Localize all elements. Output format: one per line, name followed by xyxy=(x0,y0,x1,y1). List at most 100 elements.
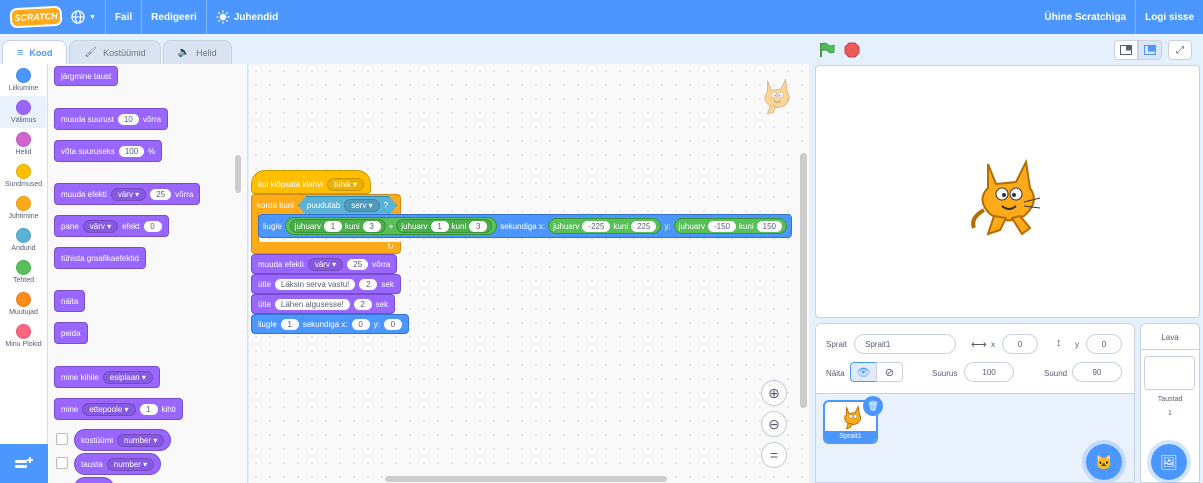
block-say-1[interactable]: ütle Läksin serva vastu! 2 sek xyxy=(251,274,401,294)
zoom-in-button[interactable]: ⊕ xyxy=(761,380,787,406)
choose-sprite-button[interactable]: 🐱 xyxy=(1086,444,1122,480)
block-change-size[interactable]: muuda suurust 10 võrra xyxy=(54,108,169,130)
signin-link[interactable]: Logi sisse xyxy=(1135,0,1203,34)
block-change-effect-script[interactable]: muuda efekti värv ▾ 25 võrra xyxy=(251,254,398,274)
effect-dropdown[interactable]: värv ▾ xyxy=(307,257,344,271)
block-set-effect[interactable]: pane värv ▾ efekt 0 xyxy=(54,215,169,237)
seconds-input[interactable]: 2 xyxy=(359,278,378,290)
category-variables[interactable]: Muutujad xyxy=(0,288,47,320)
show-hidden-button[interactable]: ⊘ xyxy=(876,362,903,382)
random-to-input[interactable]: 3 xyxy=(469,220,488,232)
stop-icon[interactable] xyxy=(844,42,860,58)
effect-input[interactable]: 0 xyxy=(143,220,162,232)
delete-sprite-button[interactable]: 🗑 xyxy=(863,396,883,416)
block-change-effect[interactable]: muuda efekti värv ▾ 25 võrra xyxy=(54,183,201,205)
block-touching[interactable]: puudutab serv ▾ ? xyxy=(298,196,397,215)
category-control[interactable]: Juhtimine xyxy=(0,192,47,224)
file-menu[interactable]: Fail xyxy=(104,0,141,34)
code-workspace[interactable]: kui klõpsata klahvi tühik ▾ korda kuni pu… xyxy=(249,64,809,483)
message-input[interactable]: Lähen algusesse! xyxy=(274,298,350,310)
small-stage-button[interactable] xyxy=(1114,40,1138,60)
category-motion[interactable]: Liikumine xyxy=(0,64,47,96)
block-random[interactable]: juhuarv 1 kuni 3 xyxy=(396,219,493,233)
workspace-vertical-scrollbar[interactable] xyxy=(800,153,807,408)
block-next-backdrop[interactable]: järgmine taust xyxy=(54,66,119,86)
costume-reporter-checkbox[interactable] xyxy=(56,433,68,445)
effect-input[interactable]: 25 xyxy=(150,188,172,200)
block-glide-random[interactable]: liugle juhuarv 1 kuni 3 + juhuarv 1 kuni 3 sek… xyxy=(258,214,793,238)
add-extension-button[interactable] xyxy=(0,444,48,483)
random-from-input[interactable]: -150 xyxy=(707,220,736,232)
large-stage-button[interactable] xyxy=(1138,40,1162,60)
seconds-input[interactable]: 1 xyxy=(280,318,299,330)
stage-target-panel[interactable]: Lava Taustad 1 🖼 xyxy=(1140,323,1200,483)
random-from-input[interactable]: -225 xyxy=(582,220,611,232)
category-operators[interactable]: Tehted xyxy=(0,256,47,288)
block-random-y[interactable]: juhuarv -150 kuni 150 xyxy=(673,218,788,234)
block-glide-home[interactable]: liugle 1 sekundiga x: 0 y: 0 xyxy=(251,314,409,334)
effect-dropdown[interactable]: värv ▾ xyxy=(110,187,147,201)
size-input[interactable]: 100 xyxy=(118,145,145,157)
backdrop-reporter-checkbox[interactable] xyxy=(56,457,68,469)
size-input[interactable]: 100 xyxy=(964,362,1014,382)
message-input[interactable]: Läksin serva vastu! xyxy=(274,278,356,290)
sprite-cat[interactable] xyxy=(966,154,1046,238)
block-say-2[interactable]: ütle Lähen algusesse! 2 sek xyxy=(251,294,396,314)
category-events[interactable]: Sündmused xyxy=(0,160,47,192)
block-when-key-pressed[interactable]: kui klõpsata klahvi tühik ▾ xyxy=(251,170,372,194)
sprite-name-input[interactable]: Sprait1 xyxy=(854,334,956,354)
random-from-input[interactable]: 1 xyxy=(430,220,449,232)
block-show[interactable]: näita xyxy=(54,290,86,312)
seconds-input[interactable]: 2 xyxy=(353,298,372,310)
direction-dropdown[interactable]: ettepoole ▾ xyxy=(82,402,136,416)
y-input[interactable]: 0 xyxy=(383,318,402,330)
direction-input[interactable]: 90 xyxy=(1072,362,1122,382)
zoom-out-button[interactable]: ⊖ xyxy=(761,411,787,437)
effect-dropdown[interactable]: värv ▾ xyxy=(82,219,119,233)
y-position-input[interactable]: 0 xyxy=(1086,334,1122,354)
block-random[interactable]: juhuarv 1 kuni 3 xyxy=(289,219,386,233)
block-partial[interactable] xyxy=(74,477,114,483)
choose-backdrop-button[interactable]: 🖼 xyxy=(1151,444,1187,480)
category-sound[interactable]: Helid xyxy=(0,128,47,160)
workspace-horizontal-scrollbar[interactable] xyxy=(385,476,667,482)
size-input[interactable]: 10 xyxy=(117,113,139,125)
block-clear-effects[interactable]: tühista graafikaefektid xyxy=(54,247,146,269)
language-menu[interactable]: ▼ xyxy=(62,0,105,34)
tab-sounds[interactable]: 🔈 Helid xyxy=(162,40,232,64)
category-looks[interactable]: Välimus xyxy=(0,96,47,128)
backdrop-dropdown[interactable]: number ▾ xyxy=(106,457,155,471)
show-visible-button[interactable]: 👁 xyxy=(850,362,877,382)
scratch-logo[interactable]: SCRATCH xyxy=(9,5,63,29)
join-link[interactable]: Ühine Scratchiga xyxy=(1035,0,1135,34)
block-random-x[interactable]: juhuarv -225 kuni 225 xyxy=(548,218,662,234)
key-dropdown[interactable]: tühik ▾ xyxy=(326,177,365,191)
tab-code[interactable]: ≡ Kood xyxy=(2,40,68,64)
zoom-reset-button[interactable]: = xyxy=(761,442,787,468)
category-myblocks[interactable]: Minu Plokid xyxy=(0,320,47,352)
tutorials-menu[interactable]: Juhendid xyxy=(205,0,287,34)
random-from-input[interactable]: 1 xyxy=(323,220,342,232)
edit-menu[interactable]: Redigeeri xyxy=(141,0,206,34)
x-position-input[interactable]: 0 xyxy=(1002,334,1038,354)
block-backdrop-number[interactable]: tausta number ▾ xyxy=(74,453,162,475)
layer-dropdown[interactable]: esiplaan ▾ xyxy=(102,370,153,384)
random-to-input[interactable]: 150 xyxy=(756,220,783,232)
random-to-input[interactable]: 3 xyxy=(362,220,381,232)
random-to-input[interactable]: 225 xyxy=(631,220,657,232)
touching-dropdown[interactable]: serv ▾ xyxy=(344,199,379,212)
layers-input[interactable]: 1 xyxy=(139,403,158,415)
backdrop-thumbnail[interactable] xyxy=(1144,356,1195,390)
block-go-to-layer[interactable]: mine kihile esiplaan ▾ xyxy=(54,366,160,388)
palette-scrollbar[interactable] xyxy=(235,155,241,193)
category-sensing[interactable]: Andurid xyxy=(0,224,47,256)
fullscreen-button[interactable]: ⤢ xyxy=(1168,40,1192,60)
block-go-layers[interactable]: mine ettepoole ▾ 1 kihti xyxy=(54,398,183,420)
x-input[interactable]: 0 xyxy=(351,318,370,330)
green-flag-icon[interactable] xyxy=(818,41,836,59)
costume-dropdown[interactable]: number ▾ xyxy=(117,433,165,447)
block-costume-number[interactable]: kostüümi number ▾ xyxy=(74,429,172,451)
block-add[interactable]: juhuarv 1 kuni 3 + juhuarv 1 kuni 3 xyxy=(284,217,498,235)
stage[interactable] xyxy=(815,65,1200,318)
block-hide[interactable]: peida xyxy=(54,322,88,344)
